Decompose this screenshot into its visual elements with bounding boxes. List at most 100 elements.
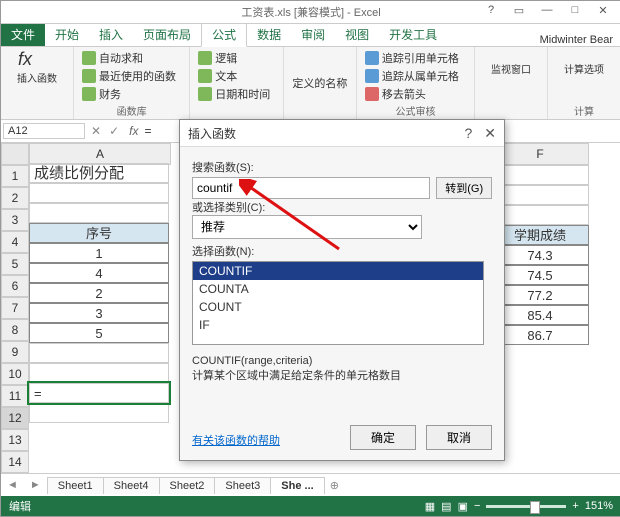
new-sheet-icon[interactable]: ⊕ <box>324 479 345 492</box>
cell[interactable]: 74.5 <box>491 265 589 285</box>
datetime-button[interactable]: 日期和时间 <box>196 85 277 103</box>
view-page-icon[interactable]: ▤ <box>441 500 451 513</box>
minimize-icon[interactable]: — <box>533 1 561 19</box>
tab-layout[interactable]: 页面布局 <box>133 23 201 46</box>
zoom-in-icon[interactable]: + <box>572 500 578 512</box>
search-input[interactable] <box>192 177 430 199</box>
col-header-a[interactable]: A <box>29 143 171 165</box>
cell[interactable] <box>491 165 589 185</box>
tab-home[interactable]: 开始 <box>45 23 89 46</box>
tab-data[interactable]: 数据 <box>247 23 291 46</box>
view-normal-icon[interactable]: ▦ <box>425 500 435 513</box>
go-button[interactable]: 转到(G) <box>436 177 492 199</box>
autosum-button[interactable]: 自动求和 <box>80 49 183 67</box>
row-header[interactable]: 2 <box>1 187 29 209</box>
row-header[interactable]: 5 <box>1 253 29 275</box>
trace-dependents-button[interactable]: 追踪从属单元格 <box>363 67 468 85</box>
row-header[interactable]: 10 <box>1 363 29 385</box>
cell[interactable]: 85.4 <box>491 305 589 325</box>
cell[interactable]: 4 <box>29 263 169 283</box>
logical-button[interactable]: 逻辑 <box>196 49 277 67</box>
col-header-f[interactable]: F <box>491 143 589 165</box>
cell[interactable] <box>29 203 169 223</box>
sheet-nav-next-icon[interactable]: ► <box>24 479 47 491</box>
tab-dev[interactable]: 开发工具 <box>379 23 447 46</box>
cancel-edit-icon[interactable]: ✕ <box>87 124 105 138</box>
row-header[interactable]: 8 <box>1 319 29 341</box>
help-link[interactable]: 有关该函数的帮助 <box>192 432 280 448</box>
cell[interactable]: 2 <box>29 283 169 303</box>
cell-f4-header[interactable]: 学期成绩 <box>491 225 589 245</box>
enter-edit-icon[interactable]: ✓ <box>105 124 123 138</box>
sheet-nav-prev-icon[interactable]: ◄ <box>1 479 24 491</box>
list-item[interactable]: COUNTIF <box>193 262 483 280</box>
select-all[interactable] <box>1 143 29 165</box>
row-header[interactable]: 12 <box>1 407 29 429</box>
function-list[interactable]: COUNTIF COUNTA COUNT IF <box>192 261 484 345</box>
cell[interactable] <box>491 185 589 205</box>
sheet-tab[interactable]: Sheet1 <box>47 477 104 494</box>
formula-input[interactable]: = <box>144 124 151 138</box>
recent-button[interactable]: 最近使用的函数 <box>80 67 183 85</box>
list-item[interactable]: COUNTA <box>193 280 483 298</box>
list-item[interactable]: COUNT <box>193 298 483 316</box>
view-break-icon[interactable]: ▣ <box>458 500 468 513</box>
dialog-help-icon[interactable]: ? <box>464 125 472 142</box>
name-box[interactable]: A12 <box>3 123 85 139</box>
close-icon[interactable]: ✕ <box>589 1 617 19</box>
row-header[interactable]: 3 <box>1 209 29 231</box>
row-header[interactable]: 6 <box>1 275 29 297</box>
row-header[interactable]: 7 <box>1 297 29 319</box>
cell[interactable]: 3 <box>29 303 169 323</box>
tab-file[interactable]: 文件 <box>1 23 45 46</box>
defined-names-button[interactable]: 定义的名称 <box>292 75 347 91</box>
row-header[interactable]: 11 <box>1 385 29 407</box>
cell[interactable]: 5 <box>29 323 169 343</box>
insert-function-icon[interactable]: fx <box>7 49 43 70</box>
user-name[interactable]: Midwinter Bear <box>540 34 613 46</box>
remove-arrows-button[interactable]: 移去箭头 <box>363 85 468 103</box>
row-header[interactable]: 4 <box>1 231 29 253</box>
row-header[interactable]: 13 <box>1 429 29 451</box>
cell[interactable]: 77.2 <box>491 285 589 305</box>
calc-options-button[interactable]: 计算选项 <box>564 61 604 76</box>
cell[interactable] <box>29 363 169 383</box>
ok-button[interactable]: 确定 <box>350 425 416 450</box>
ribbon-opts-icon[interactable]: ▭ <box>505 1 533 19</box>
tab-review[interactable]: 审阅 <box>291 23 335 46</box>
help-icon[interactable]: ? <box>477 1 505 19</box>
sheet-tab[interactable]: She ... <box>270 477 324 494</box>
tab-insert[interactable]: 插入 <box>89 23 133 46</box>
tab-view[interactable]: 视图 <box>335 23 379 46</box>
cell[interactable] <box>29 403 169 423</box>
row-header[interactable]: 9 <box>1 341 29 363</box>
financial-button[interactable]: 财务 <box>80 85 183 103</box>
cell[interactable]: 1 <box>29 243 169 263</box>
tab-formulas[interactable]: 公式 <box>201 22 247 47</box>
zoom-slider[interactable] <box>486 505 566 508</box>
cell[interactable]: 86.7 <box>491 325 589 345</box>
sheet-tab[interactable]: Sheet3 <box>214 477 271 494</box>
cell-a12-selected[interactable]: = <box>29 383 169 403</box>
fx-icon[interactable]: fx <box>123 124 144 138</box>
zoom-level[interactable]: 151% <box>585 500 613 512</box>
cell[interactable] <box>491 205 589 225</box>
cell-a4-header[interactable]: 序号 <box>29 223 169 243</box>
category-select[interactable]: 推荐 <box>192 215 422 239</box>
cell[interactable]: 74.3 <box>491 245 589 265</box>
sheet-tab[interactable]: Sheet4 <box>103 477 160 494</box>
maximize-icon[interactable]: □ <box>561 1 589 19</box>
dialog-close-icon[interactable]: ✕ <box>484 125 496 142</box>
list-item[interactable]: IF <box>193 316 483 334</box>
cell[interactable] <box>29 183 169 203</box>
text-button[interactable]: 文本 <box>196 67 277 85</box>
row-header[interactable]: 14 <box>1 451 29 473</box>
row-header[interactable]: 1 <box>1 165 29 187</box>
watch-window-button[interactable]: 监视窗口 <box>491 61 531 76</box>
zoom-out-icon[interactable]: − <box>474 500 480 512</box>
cancel-button[interactable]: 取消 <box>426 425 492 450</box>
trace-precedents-button[interactable]: 追踪引用单元格 <box>363 49 468 67</box>
sheet-tab[interactable]: Sheet2 <box>159 477 216 494</box>
cell-a1[interactable]: 成绩比例分配 <box>29 163 169 183</box>
cell[interactable] <box>29 343 169 363</box>
